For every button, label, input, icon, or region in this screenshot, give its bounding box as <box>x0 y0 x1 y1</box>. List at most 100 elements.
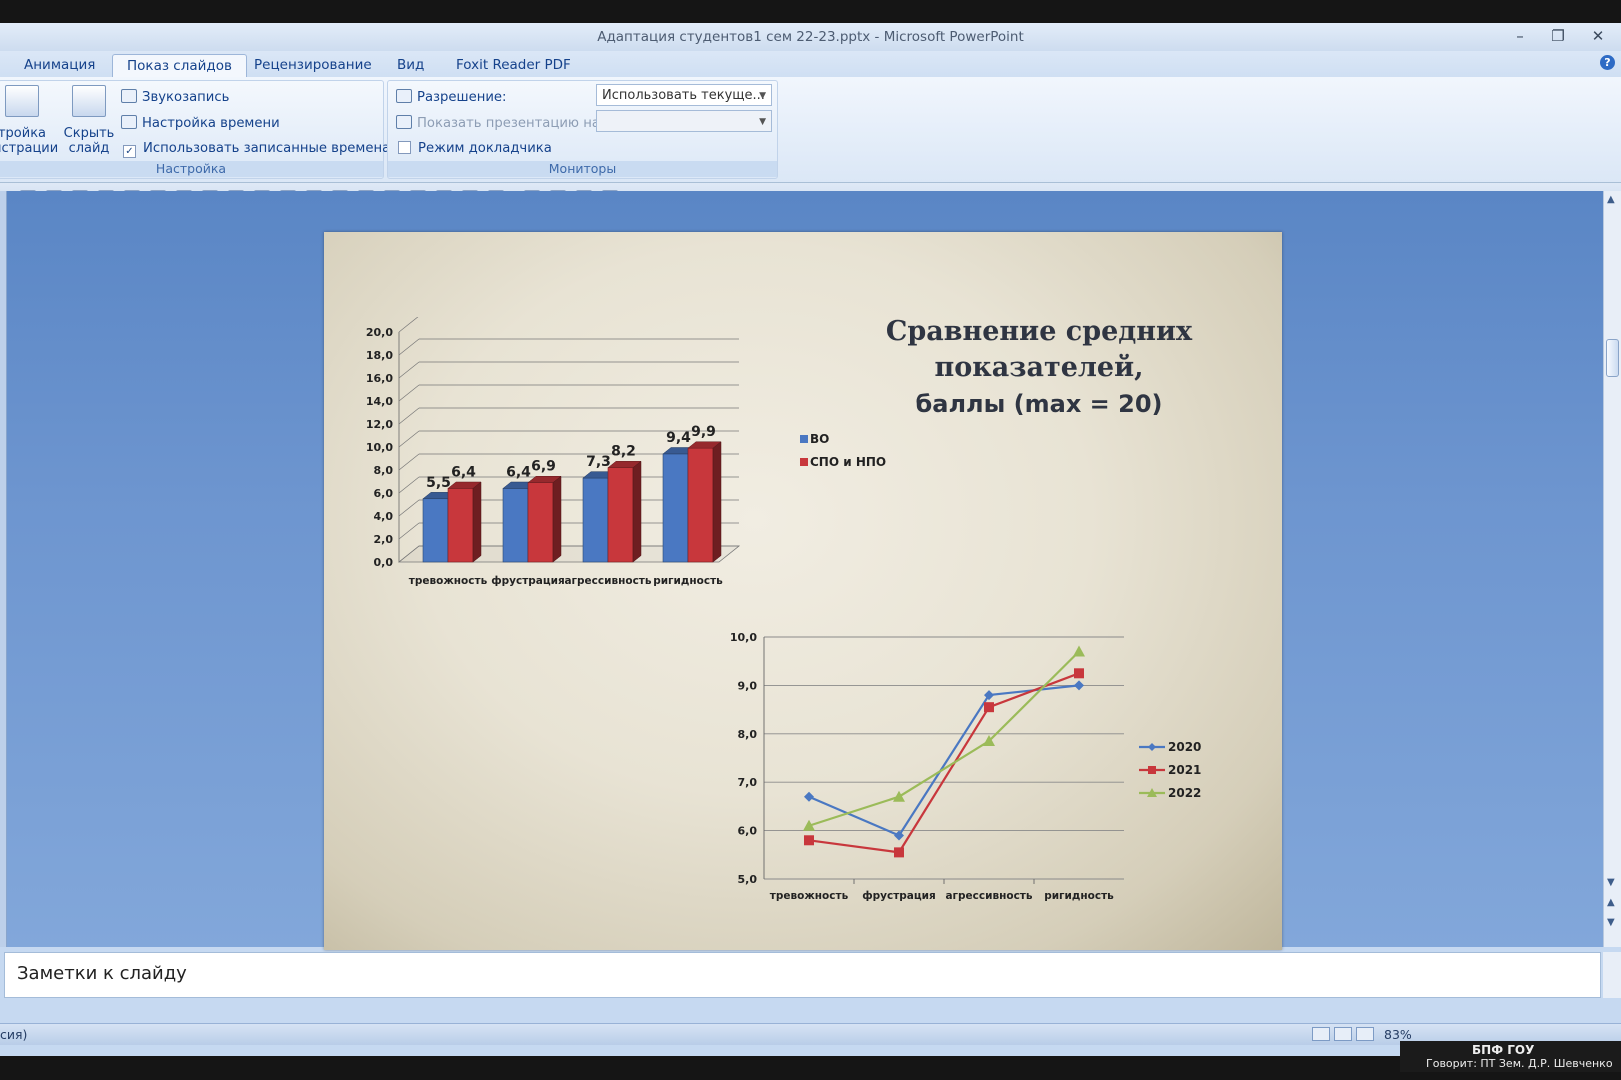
data-label: 5,5 <box>426 475 451 491</box>
monitors-group-label: Мониторы <box>388 161 777 177</box>
data-label: 6,4 <box>451 464 476 480</box>
restore-button[interactable]: ❐ <box>1540 25 1576 47</box>
legend-label: СПО и НПО <box>810 455 886 469</box>
tab-slideshow[interactable]: Показ слайдов <box>112 54 247 78</box>
record-narration-button[interactable]: Звукозапись <box>121 89 229 105</box>
slide-title-line2: показателей, <box>934 352 1144 383</box>
tab-review[interactable]: Рецензирование <box>240 54 386 77</box>
bar <box>502 488 529 563</box>
gridline-diagonal <box>398 384 420 402</box>
notes-placeholder: Заметки к слайду <box>17 963 187 984</box>
slide-sorter-icon[interactable] <box>1334 1027 1352 1041</box>
left-pane-edge[interactable] <box>0 191 7 947</box>
bar-side <box>472 481 482 563</box>
status-language: сия) <box>0 1027 28 1042</box>
x-tick-label: фрустрация <box>862 890 936 902</box>
slide-title-line1: Сравнение средних <box>885 316 1193 347</box>
x-tick-label: агрессивность <box>564 575 651 587</box>
use-timings-checkbox[interactable]: ✓ Использовать записанные времена <box>123 141 390 158</box>
y-tick-label: 9,0 <box>738 679 758 692</box>
data-point <box>1074 668 1084 679</box>
hide-slide-button[interactable]: Скрыть слайд <box>63 85 115 156</box>
setup-btn-line2: нстрации <box>0 141 59 156</box>
y-tick-label: 20,0 <box>366 326 393 339</box>
gridline-diagonal <box>398 317 419 333</box>
timing-label: Настройка времени <box>142 116 280 131</box>
notes-scrollbar[interactable] <box>1603 952 1621 998</box>
data-label: 8,2 <box>611 444 636 460</box>
data-label: 6,9 <box>531 459 556 475</box>
ribbon-tabs: Анимация Показ слайдов Рецензирование Ви… <box>0 51 1621 78</box>
series-line <box>808 672 1080 854</box>
bar <box>447 488 474 563</box>
scroll-down-icon[interactable]: ▼ <box>1607 877 1615 888</box>
normal-view-icon[interactable] <box>1312 1027 1330 1041</box>
presenter-label: Режим докладчика <box>418 141 552 156</box>
presenter-view-checkbox[interactable]: Режим докладчика <box>398 141 552 156</box>
data-point <box>804 835 814 846</box>
help-icon[interactable]: ? <box>1600 55 1615 70</box>
legend-marker <box>1148 743 1156 751</box>
use-timings-check-icon: ✓ <box>123 145 136 158</box>
show-on-text: Показать презентацию на: <box>417 116 605 131</box>
vertical-scrollbar[interactable]: ▲ ▼ ▲ ▼ <box>1603 191 1621 947</box>
gridline-diagonal <box>398 361 420 379</box>
show-on-dropdown[interactable]: ▼ <box>596 110 772 132</box>
notes-pane[interactable]: Заметки к слайду <box>4 952 1601 998</box>
scroll-up-icon[interactable]: ▲ <box>1607 194 1615 205</box>
y-tick-label: 10,0 <box>730 631 757 644</box>
previous-slide-icon[interactable]: ▲ <box>1607 897 1615 908</box>
hide-btn-line2: слайд <box>68 141 110 156</box>
bar <box>607 467 634 563</box>
bar <box>422 498 449 563</box>
legend-label: 2021 <box>1168 763 1201 777</box>
tab-animation[interactable]: Анимация <box>10 54 109 77</box>
use-timings-label: Использовать записанные времена <box>143 141 391 156</box>
title-bar: Адаптация студентов1 сем 22-23.pptx - Mi… <box>0 23 1621 51</box>
y-tick-label: 8,0 <box>374 464 394 477</box>
scroll-thumb[interactable] <box>1606 339 1619 377</box>
y-tick-label: 6,0 <box>374 487 394 500</box>
bar <box>662 453 689 563</box>
resolution-dropdown[interactable]: Использовать текуще... ▼ <box>596 84 772 106</box>
minimize-button[interactable]: – <box>1502 25 1538 47</box>
chevron-down-icon: ▼ <box>759 117 766 127</box>
slideshow-view-icon[interactable] <box>1356 1027 1374 1041</box>
presenter-check-icon <box>398 141 411 154</box>
setup-slideshow-button[interactable]: тройка нстрации <box>0 85 58 156</box>
setup-btn-line1: тройка <box>0 126 47 141</box>
tab-view[interactable]: Вид <box>383 54 438 77</box>
y-tick-label: 2,0 <box>374 533 394 546</box>
bar-side <box>632 460 642 563</box>
data-label: 9,4 <box>666 430 691 446</box>
legend-label: 2020 <box>1168 740 1201 754</box>
bar-side <box>712 441 722 563</box>
legend-swatch <box>800 458 808 466</box>
next-slide-icon[interactable]: ▼ <box>1607 917 1615 928</box>
legend-marker <box>1148 766 1156 774</box>
tab-foxit[interactable]: Foxit Reader PDF <box>442 54 585 77</box>
gridline-diagonal <box>398 499 420 517</box>
resolution-text: Разрешение: <box>417 90 507 105</box>
hide-btn-line1: Скрыть <box>63 126 115 141</box>
legend-swatch <box>800 435 808 443</box>
gridline-diagonal <box>398 430 420 448</box>
zoom-level[interactable]: 83% <box>1384 1027 1412 1042</box>
data-point <box>984 702 994 713</box>
line-chart: 5,0 6,0 7,0 8,0 9,0 10,0 тревожность фрустрация… <box>730 631 1202 902</box>
monitors-group: Разрешение: Использовать текуще... ▼ Пок… <box>387 80 778 179</box>
y-tick-label: 0,0 <box>374 556 394 569</box>
overlay-speaker: Говорит: ПТ Зем. Д.Р. Шевченко <box>1426 1057 1613 1070</box>
rehearse-timings-button[interactable]: Настройка времени <box>121 115 280 131</box>
x-tick-label: тревожность <box>770 890 849 902</box>
gridline-diagonal <box>398 476 420 494</box>
y-tick-label: 5,0 <box>738 873 758 886</box>
setup-group: тройка нстрации Скрыть слайд Звукозапись… <box>0 80 390 179</box>
bar-chart: 0,0 2,0 4,0 6,0 8,0 10,0 12,0 14,0 16,0 18,0 20,0 5… <box>366 317 886 587</box>
y-tick-label: 18,0 <box>366 349 393 362</box>
status-bar: сия) 83% <box>0 1023 1621 1045</box>
close-button[interactable]: ✕ <box>1580 25 1616 47</box>
gridline-diagonal <box>398 407 420 425</box>
slide[interactable]: Сравнение средних показателей, баллы (ma… <box>324 232 1282 950</box>
y-tick-label: 6,0 <box>738 825 758 838</box>
